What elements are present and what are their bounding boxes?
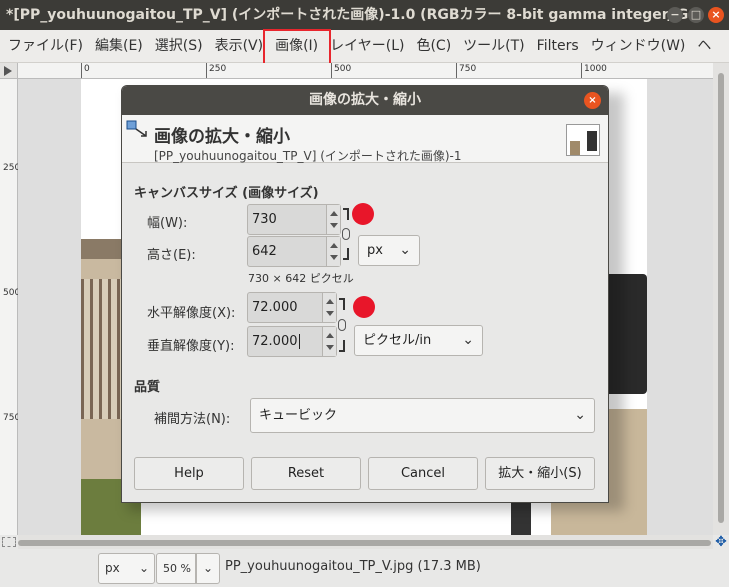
ruler-label: 500 (3, 288, 21, 298)
quality-section-label: 品質 (134, 380, 161, 395)
ruler-label: 0 (84, 64, 90, 74)
x-resolution-label: 水平解像度(X): (147, 306, 236, 321)
triangle-icon (4, 66, 12, 76)
width-input[interactable]: 730 (247, 204, 341, 235)
menu-view[interactable]: 表示(V) (209, 30, 270, 63)
dialog-title: 画像の拡大・縮小 (309, 92, 421, 108)
horizontal-ruler[interactable]: 0 250 500 750 1000 (18, 63, 713, 79)
menu-help[interactable]: ヘ (691, 30, 717, 63)
window-titlebar: *[PP_youhuunogaitou_TP_V] (インポートされた画像)-1… (0, 0, 729, 30)
y-resolution-label: 垂直解像度(Y): (147, 339, 235, 354)
scale-image-icon (126, 120, 147, 137)
reset-button[interactable]: Reset (251, 457, 361, 490)
horizontal-scroll-thumb[interactable] (18, 540, 711, 546)
height-value: 642 (252, 244, 277, 259)
y-resolution-value: 72.000 (252, 327, 300, 356)
status-bar: px ⌄ 50 % ⌄ PP_youhuunogaitou_TP_V.jpg (… (0, 549, 729, 587)
vertical-scroll-thumb[interactable] (718, 73, 724, 523)
zoom-input[interactable]: 50 % (156, 553, 196, 584)
menu-edit[interactable]: 編集(E) (89, 30, 149, 63)
x-resolution-value: 72.000 (252, 300, 298, 315)
dialog-header-subtitle: [PP_youhuunogaitou_TP_V] (インポートされた画像)-1 (154, 149, 462, 163)
image-thumbnail (566, 124, 600, 156)
size-note: 730 × 642 ピクセル (248, 272, 354, 285)
scale-image-dialog: 画像の拡大・縮小 × 画像の拡大・縮小 [PP_youhuunogaitou_T… (121, 85, 609, 503)
unit-value: px (105, 561, 120, 575)
resolution-unit-select[interactable]: ピクセル/in ⌄ (354, 325, 483, 356)
ruler-label: 750 (459, 64, 477, 74)
canvas-size-section-label: キャンバスサイズ (画像サイズ) (134, 186, 319, 201)
menu-colors[interactable]: 色(C) (410, 30, 457, 63)
red-marker-width (352, 203, 374, 225)
interpolation-select[interactable]: キュービック ⌄ (250, 398, 595, 433)
minimize-button[interactable]: − (667, 7, 683, 23)
menu-windows[interactable]: ウィンドウ(W) (585, 30, 692, 63)
menu-tools[interactable]: ツール(T) (457, 30, 530, 63)
size-unit-select[interactable]: px ⌄ (358, 235, 420, 266)
dialog-header-title: 画像の拡大・縮小 (154, 127, 290, 147)
ruler-label: 750 (3, 413, 21, 423)
menu-filters[interactable]: Filters (531, 30, 585, 63)
chevron-down-icon: ⌄ (574, 407, 586, 423)
dialog-titlebar: 画像の拡大・縮小 × (122, 86, 608, 115)
interpolation-label: 補間方法(N): (154, 412, 231, 427)
chevron-down-icon: ⌄ (202, 561, 214, 575)
help-button[interactable]: Help (134, 457, 244, 490)
width-label: 幅(W): (147, 216, 188, 231)
close-window-button[interactable]: × (708, 7, 724, 23)
file-info: PP_youhuunogaitou_TP_V.jpg (17.3 MB) (225, 559, 481, 574)
vertical-scrollbar[interactable] (713, 63, 729, 535)
ruler-tick (331, 63, 332, 78)
ruler-label: 1000 (584, 64, 607, 74)
x-resolution-input[interactable]: 72.000 (247, 292, 337, 323)
unit-select[interactable]: px ⌄ (98, 553, 155, 584)
ruler-tick (206, 63, 207, 78)
width-value: 730 (252, 212, 277, 227)
horizontal-scrollbar[interactable] (18, 535, 713, 549)
chevron-down-icon: ⌄ (138, 561, 149, 575)
dialog-close-button[interactable]: × (584, 92, 601, 109)
ruler-tick (456, 63, 457, 78)
ruler-tick (81, 63, 82, 78)
chevron-down-icon: ⌄ (462, 332, 474, 348)
width-spin-arrows[interactable] (326, 205, 340, 234)
maximize-button[interactable]: □ (688, 7, 704, 23)
height-label: 高さ(E): (147, 248, 196, 263)
menu-layer[interactable]: レイヤー(L) (324, 30, 410, 63)
red-marker-resolution (353, 296, 375, 318)
x-resolution-spin-arrows[interactable] (322, 293, 336, 322)
height-spin-arrows[interactable] (326, 237, 340, 266)
ruler-tick (581, 63, 582, 78)
navigate-icon[interactable]: ✥ (713, 535, 729, 549)
text-cursor (298, 334, 300, 349)
window-title: *[PP_youhuunogaitou_TP_V] (インポートされた画像)-1… (6, 7, 705, 23)
menu-bar: ファイル(F) 編集(E) 選択(S) 表示(V) 画像(I) レイヤー(L) … (0, 30, 729, 63)
size-chain-link-icon[interactable] (341, 208, 351, 260)
ruler-label: 250 (209, 64, 227, 74)
size-unit-value: px (367, 243, 383, 258)
height-input[interactable]: 642 (247, 236, 341, 267)
resolution-unit-value: ピクセル/in (363, 333, 432, 348)
ruler-label: 500 (334, 64, 352, 74)
ruler-label: 250 (3, 163, 21, 173)
chevron-down-icon: ⌄ (399, 242, 411, 258)
scale-button[interactable]: 拡大・縮小(S) (485, 457, 595, 490)
menu-file[interactable]: ファイル(F) (0, 30, 89, 63)
y-resolution-text: 72.000 (252, 334, 298, 349)
y-resolution-input[interactable]: 72.000 (247, 326, 337, 357)
y-resolution-spin-arrows[interactable] (322, 327, 336, 356)
vertical-ruler[interactable]: 250 500 750 (0, 79, 21, 535)
resolution-chain-link-icon[interactable] (337, 298, 347, 352)
cancel-button[interactable]: Cancel (368, 457, 478, 490)
dialog-header: 画像の拡大・縮小 [PP_youhuunogaitou_TP_V] (インポート… (122, 115, 608, 163)
quick-mask-icon[interactable] (2, 537, 16, 547)
menu-select[interactable]: 選択(S) (149, 30, 209, 63)
ruler-corner-button[interactable] (0, 63, 18, 79)
interpolation-value: キュービック (259, 408, 338, 423)
zoom-dropdown-button[interactable]: ⌄ (196, 553, 220, 584)
